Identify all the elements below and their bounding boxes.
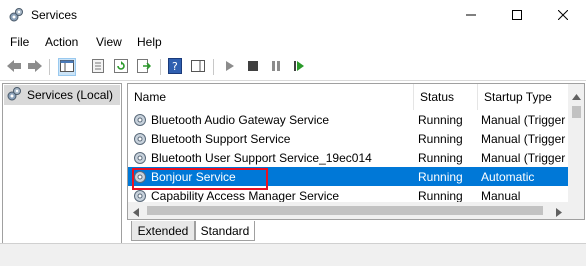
restart-service-button[interactable] xyxy=(290,58,308,76)
menu-view[interactable]: View xyxy=(96,35,122,49)
service-name: Bluetooth User Support Service_19ec014 xyxy=(151,150,372,165)
stop-service-button[interactable] xyxy=(244,58,262,76)
tab-extended[interactable]: Extended xyxy=(131,221,195,241)
service-name: Bluetooth Audio Gateway Service xyxy=(151,112,330,127)
services-list: Name Status Startup Type Bluetooth Audio… xyxy=(127,83,585,220)
table-row[interactable]: Bluetooth Support Service Running Manual… xyxy=(128,129,568,148)
service-startup-type: Manual (Trigger xyxy=(481,131,566,146)
services-gear-icon xyxy=(8,7,24,23)
service-startup-type: Manual xyxy=(481,188,521,203)
back-button[interactable] xyxy=(5,58,23,76)
tab-standard[interactable]: Standard xyxy=(195,221,255,241)
horizontal-scroll-thumb[interactable] xyxy=(147,206,543,215)
minimize-button[interactable] xyxy=(448,0,494,31)
service-gear-icon xyxy=(134,132,146,145)
help-button[interactable]: ? xyxy=(166,57,184,77)
column-header-name[interactable]: Name xyxy=(128,84,414,110)
tree-item-services-local[interactable]: Services (Local) xyxy=(4,85,120,105)
service-status: Running xyxy=(418,131,463,146)
scroll-up-icon[interactable] xyxy=(572,89,581,103)
close-button[interactable] xyxy=(540,0,586,31)
menu-action[interactable]: Action xyxy=(45,35,78,49)
scroll-right-icon[interactable] xyxy=(556,206,562,219)
start-service-button[interactable] xyxy=(221,58,239,76)
export-list-icon xyxy=(137,58,152,76)
refresh-icon xyxy=(114,58,128,76)
show-action-pane-button[interactable] xyxy=(189,58,207,76)
console-tree: Services (Local) xyxy=(2,83,122,261)
forward-arrow-icon xyxy=(27,59,43,76)
service-status: Running xyxy=(418,188,463,203)
service-startup-type: Automatic xyxy=(481,169,535,184)
pause-icon xyxy=(271,60,281,75)
pause-service-button[interactable] xyxy=(267,58,285,76)
service-status: Running xyxy=(418,150,463,165)
properties-icon xyxy=(92,58,104,76)
properties-button[interactable] xyxy=(89,58,107,76)
vertical-scrollbar[interactable] xyxy=(568,84,584,202)
close-icon xyxy=(557,9,569,23)
column-label: Startup Type xyxy=(484,90,552,104)
column-header-startup-type[interactable]: Startup Type xyxy=(478,84,568,110)
services-gear-icon xyxy=(6,86,22,105)
service-gear-icon xyxy=(134,113,146,126)
table-row[interactable]: Bluetooth Audio Gateway Service Running … xyxy=(128,110,568,129)
refresh-button[interactable] xyxy=(112,58,130,76)
vertical-scroll-thumb[interactable] xyxy=(572,106,581,118)
show-hide-tree-button[interactable] xyxy=(58,58,76,76)
scroll-left-icon[interactable] xyxy=(133,206,139,219)
service-name: Capability Access Manager Service xyxy=(151,188,340,203)
tab-label: Standard xyxy=(200,223,250,238)
service-status: Running xyxy=(418,112,463,127)
column-label: Status xyxy=(420,90,455,104)
column-header-status[interactable]: Status xyxy=(414,84,478,110)
window-title: Services xyxy=(31,8,78,22)
toolbar-separator xyxy=(213,59,214,75)
service-startup-type: Manual (Trigger xyxy=(481,150,566,165)
menu-help[interactable]: Help xyxy=(137,35,162,49)
console-tree-icon xyxy=(60,59,74,75)
table-row-selected[interactable]: Bonjour Service Running Automatic xyxy=(128,167,568,190)
tab-label: Extended xyxy=(137,223,189,238)
toolbar: ? xyxy=(0,53,586,81)
toolbar-separator xyxy=(49,59,50,75)
back-arrow-icon xyxy=(6,59,22,76)
svg-text:?: ? xyxy=(172,60,178,73)
restart-icon xyxy=(293,60,305,75)
menu-file[interactable]: File xyxy=(10,35,29,49)
scrollbar-corner xyxy=(568,202,584,219)
action-pane-icon xyxy=(191,59,205,75)
maximize-icon xyxy=(512,9,522,23)
play-icon xyxy=(225,60,235,75)
stop-icon xyxy=(248,60,258,74)
forward-button[interactable] xyxy=(26,58,44,76)
service-gear-icon xyxy=(134,151,146,164)
view-tabs: Extended Standard xyxy=(127,221,585,241)
maximize-button[interactable] xyxy=(494,0,540,31)
export-list-button[interactable] xyxy=(135,58,153,76)
table-row[interactable]: Bluetooth User Support Service_19ec014 R… xyxy=(128,148,568,167)
help-book-icon: ? xyxy=(168,57,182,77)
tree-item-label: Services (Local) xyxy=(27,88,114,102)
minimize-icon xyxy=(466,9,476,23)
menu-bar: File Action View Help xyxy=(0,31,586,53)
title-bar: Services xyxy=(0,0,586,31)
service-name: Bluetooth Support Service xyxy=(151,131,291,146)
horizontal-scrollbar[interactable] xyxy=(128,202,568,219)
list-header: Name Status Startup Type xyxy=(128,84,568,110)
status-bar xyxy=(0,243,586,266)
service-status: Running xyxy=(418,169,463,184)
service-startup-type: Manual (Trigger xyxy=(481,112,566,127)
column-label: Name xyxy=(134,90,167,104)
toolbar-separator xyxy=(160,59,161,75)
